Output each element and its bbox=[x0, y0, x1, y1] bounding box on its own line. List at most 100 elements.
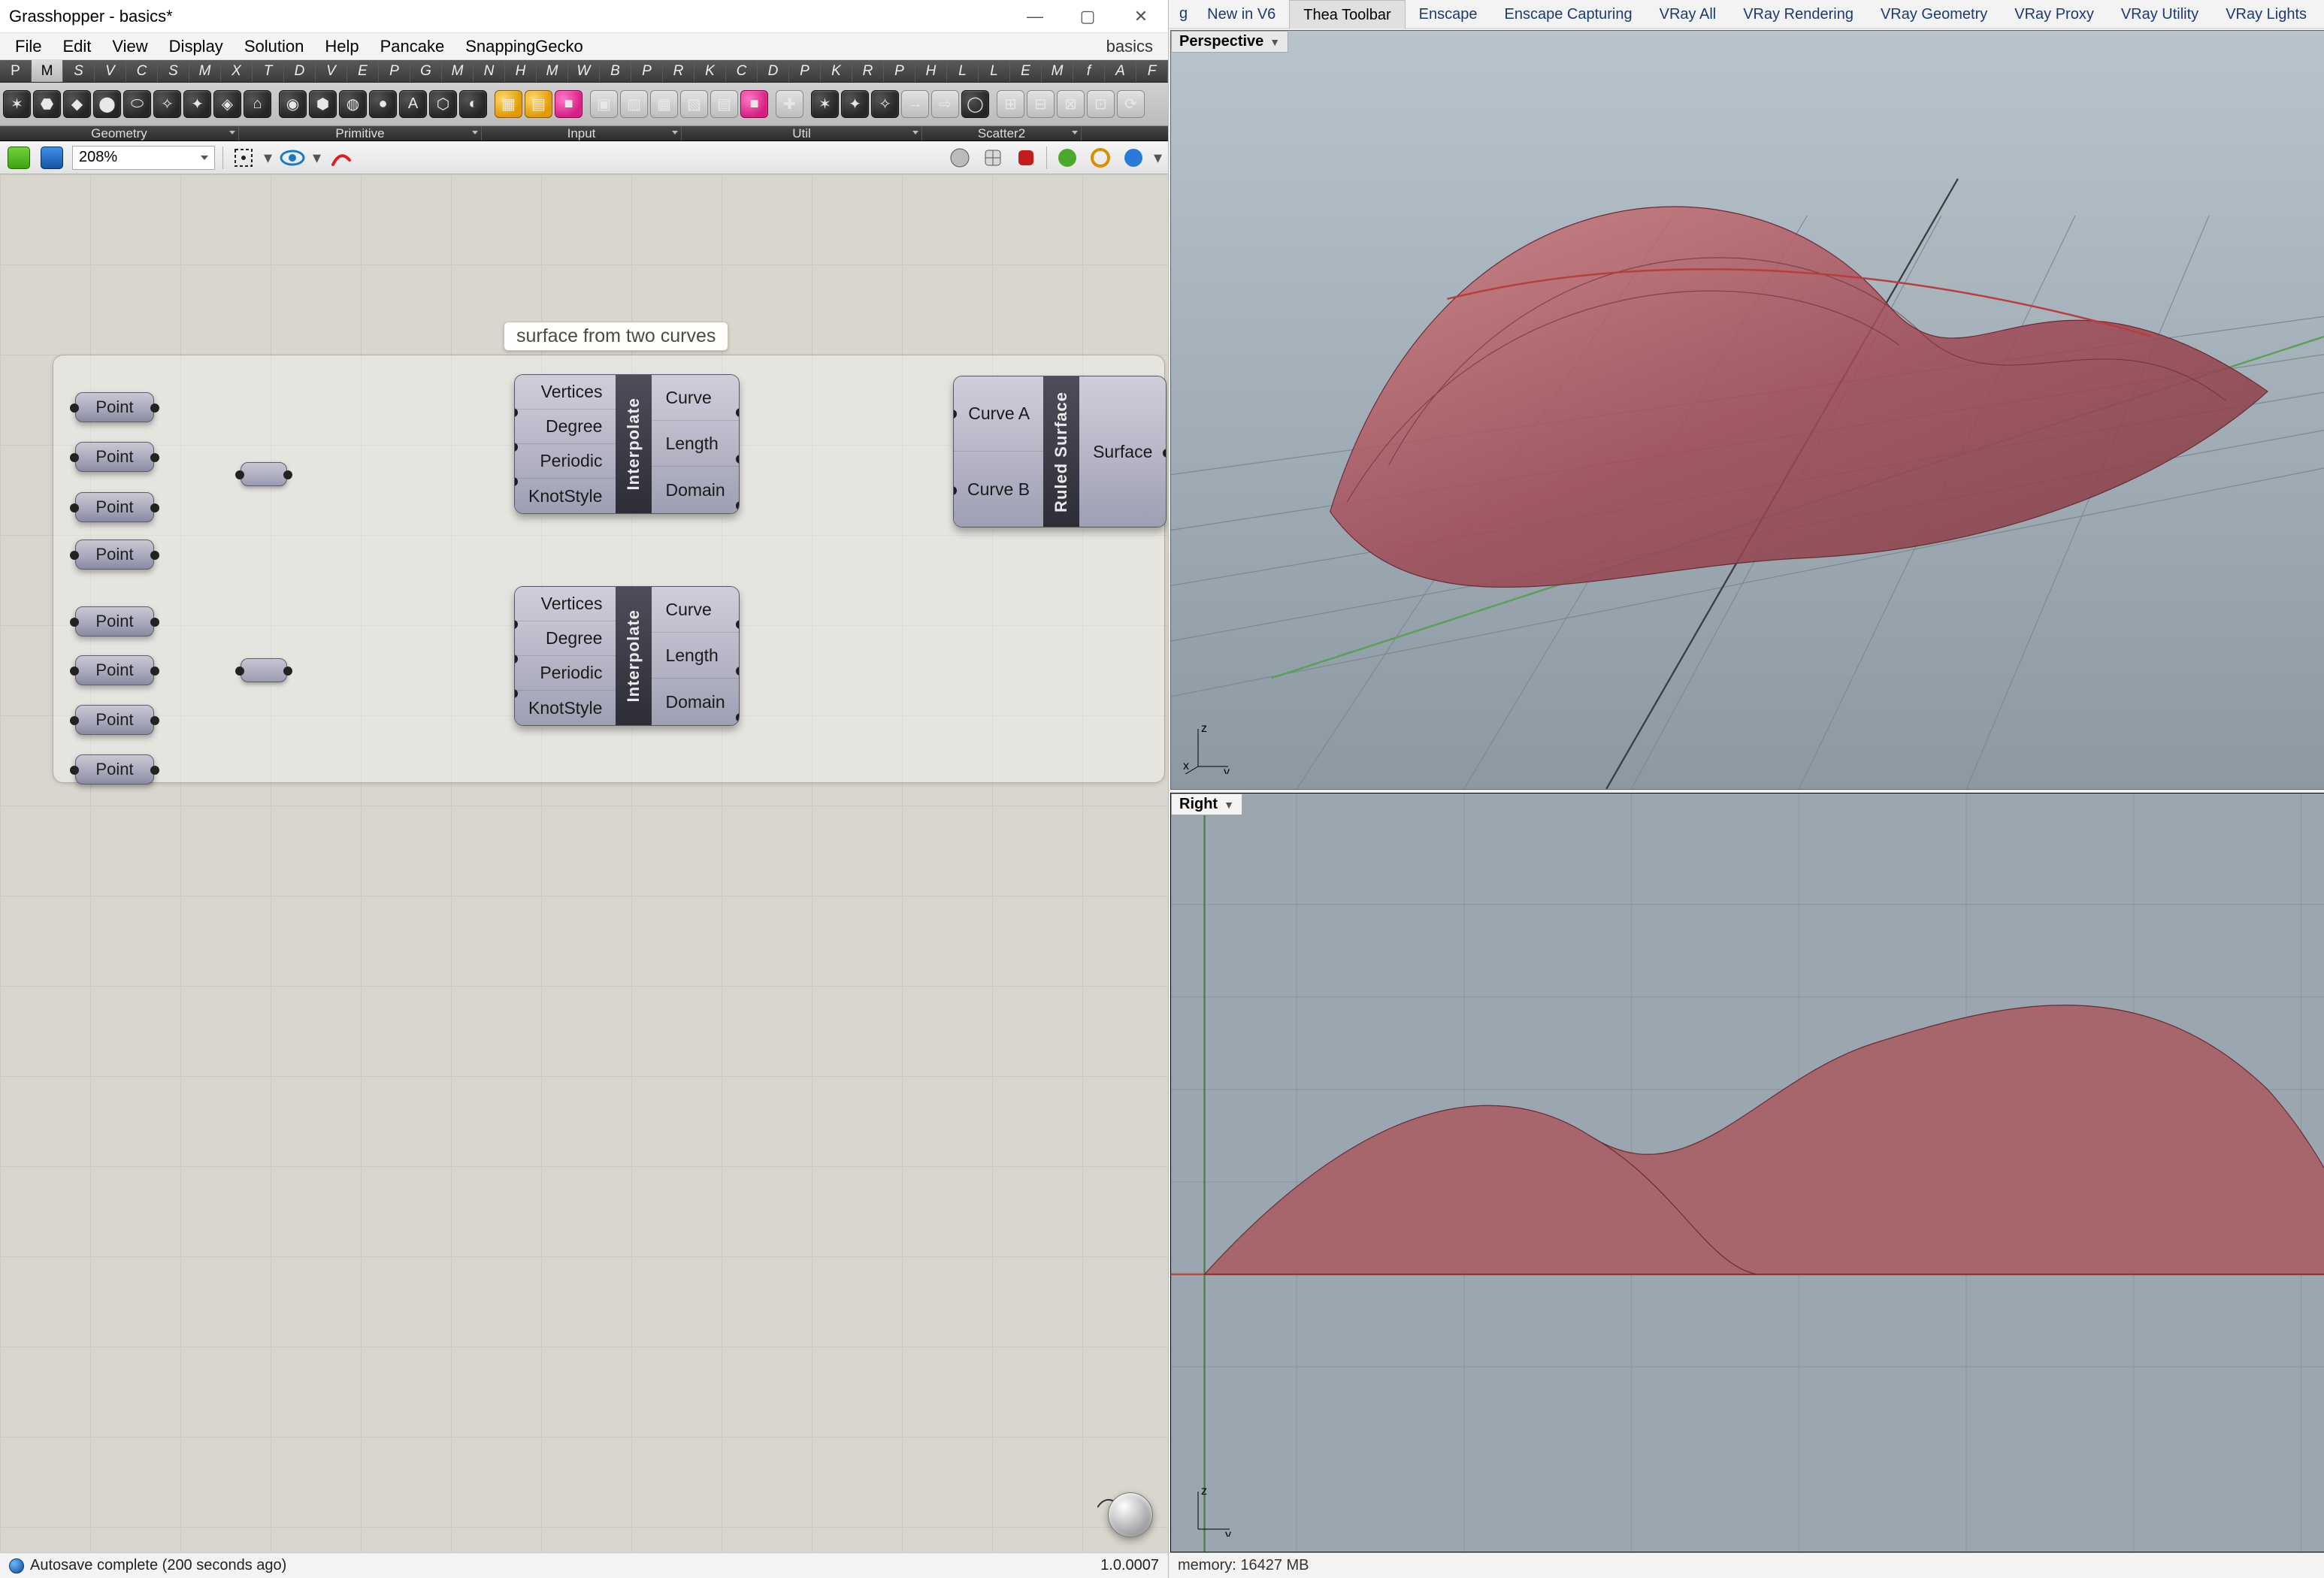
point-param[interactable]: Point bbox=[75, 705, 154, 735]
ribbon-tab[interactable]: P bbox=[0, 60, 32, 82]
rhino-toolbar-tab[interactable]: Enscape Capturing bbox=[1491, 0, 1646, 29]
ribbon-tab[interactable]: W bbox=[568, 60, 600, 82]
point-param[interactable]: Point bbox=[75, 606, 154, 636]
dropdown-arrow-icon[interactable]: ▼ bbox=[1224, 799, 1234, 811]
preview-button[interactable] bbox=[280, 145, 305, 171]
ribbon-tab[interactable]: T bbox=[253, 60, 284, 82]
ribbon-tab[interactable]: L bbox=[947, 60, 979, 82]
ribbon-tab[interactable]: D bbox=[284, 60, 316, 82]
ribbon-tab[interactable]: K bbox=[821, 60, 852, 82]
ribbon-button[interactable]: ⬤ bbox=[93, 90, 121, 118]
ribbon-button[interactable]: ▥ bbox=[620, 90, 648, 118]
ribbon-tab[interactable]: E bbox=[347, 60, 379, 82]
ribbon-button[interactable]: ◈ bbox=[213, 90, 241, 118]
ribbon-button[interactable]: ▣ bbox=[590, 90, 618, 118]
ribbon-tab[interactable]: G bbox=[410, 60, 442, 82]
context-name[interactable]: basics bbox=[1106, 37, 1164, 56]
input-knotstyle[interactable]: KnotStyle bbox=[515, 479, 616, 513]
titlebar[interactable]: Grasshopper - basics* — ▢ ✕ bbox=[0, 0, 1168, 33]
menu-snappinggecko[interactable]: SnappingGecko bbox=[455, 33, 594, 60]
dropdown-arrow-icon[interactable]: ▼ bbox=[1269, 36, 1280, 48]
point-param[interactable]: Point bbox=[75, 392, 154, 422]
canvas-compass[interactable] bbox=[1108, 1492, 1153, 1537]
ribbon-tab[interactable]: R bbox=[663, 60, 694, 82]
menu-file[interactable]: File bbox=[5, 33, 52, 60]
input-periodic[interactable]: Periodic bbox=[515, 656, 616, 691]
input-knotstyle[interactable]: KnotStyle bbox=[515, 691, 616, 725]
output-surface[interactable]: Surface bbox=[1079, 376, 1166, 527]
ribbon-tab[interactable]: H bbox=[505, 60, 537, 82]
input-curve-b[interactable]: Curve B bbox=[954, 452, 1043, 527]
ribbon-button[interactable]: ◐ bbox=[459, 90, 487, 118]
interpolate-component[interactable]: Vertices Degree Periodic KnotStyle Inter… bbox=[514, 374, 740, 514]
menu-edit[interactable]: Edit bbox=[52, 33, 101, 60]
ribbon-tab[interactable]: S bbox=[158, 60, 189, 82]
menu-display[interactable]: Display bbox=[159, 33, 234, 60]
open-button[interactable] bbox=[6, 145, 32, 171]
ribbon-button[interactable]: ■ bbox=[740, 90, 768, 118]
ribbon-button[interactable]: ▧ bbox=[680, 90, 708, 118]
ribbon-tab[interactable]: C bbox=[126, 60, 158, 82]
rhino-toolbar-tab[interactable]: VRay Geometry bbox=[1867, 0, 2001, 29]
rhino-toolbar-tab[interactable]: New in V6 bbox=[1194, 0, 1289, 29]
ribbon-tab[interactable]: M bbox=[442, 60, 474, 82]
menu-help[interactable]: Help bbox=[314, 33, 369, 60]
ribbon-button[interactable]: ⊡ bbox=[1087, 90, 1115, 118]
ribbon-button[interactable]: ◉ bbox=[279, 90, 307, 118]
ribbon-button[interactable]: ■ bbox=[555, 90, 583, 118]
ribbon-tab[interactable]: F bbox=[1136, 60, 1168, 82]
ribbon-button[interactable]: ⇨ bbox=[931, 90, 959, 118]
ribbon-tab[interactable]: D bbox=[758, 60, 789, 82]
close-button[interactable]: ✕ bbox=[1114, 0, 1168, 33]
input-degree[interactable]: Degree bbox=[515, 410, 616, 444]
ribbon-tab[interactable]: M bbox=[1042, 60, 1073, 82]
output-curve[interactable]: Curve bbox=[652, 375, 738, 421]
ribbon-button[interactable]: ● bbox=[369, 90, 397, 118]
menu-view[interactable]: View bbox=[101, 33, 158, 60]
rhino-toolbar-tab[interactable]: VRay Rendering bbox=[1729, 0, 1867, 29]
ribbon-button[interactable]: ✧ bbox=[871, 90, 899, 118]
input-degree[interactable]: Degree bbox=[515, 621, 616, 656]
ribbon-tab[interactable]: P bbox=[789, 60, 821, 82]
ribbon-tab[interactable]: A bbox=[1105, 60, 1136, 82]
ribbon-button[interactable]: ⬡ bbox=[429, 90, 457, 118]
rhino-toolbar-tab[interactable]: Thea Toolbar bbox=[1289, 0, 1405, 29]
input-periodic[interactable]: Periodic bbox=[515, 444, 616, 479]
ribbon-tab[interactable]: K bbox=[694, 60, 726, 82]
ribbon-button[interactable]: ◯ bbox=[961, 90, 989, 118]
viewport-right[interactable]: Right▼ z y bbox=[1170, 793, 2324, 1552]
ribbon-button[interactable]: ✶ bbox=[3, 90, 31, 118]
ribbon-button[interactable]: ✦ bbox=[183, 90, 211, 118]
rhino-toolbar-tab[interactable]: VRay bbox=[2320, 0, 2324, 29]
viewport-label[interactable]: Right▼ bbox=[1171, 794, 1242, 815]
ribbon-tab[interactable]: M bbox=[537, 60, 568, 82]
ribbon-tab[interactable]: C bbox=[726, 60, 758, 82]
ribbon-button[interactable]: ⌂ bbox=[244, 90, 271, 118]
ribbon-tab[interactable]: E bbox=[1010, 60, 1042, 82]
ribbon-button[interactable]: ◆ bbox=[63, 90, 91, 118]
ribbon-button[interactable]: ⊞ bbox=[997, 90, 1024, 118]
ribbon-tab[interactable]: B bbox=[600, 60, 631, 82]
ribbon-tab[interactable]: S bbox=[63, 60, 95, 82]
ribbon-button[interactable]: ✶ bbox=[811, 90, 839, 118]
ribbon-tab[interactable]: L bbox=[979, 60, 1010, 82]
ribbon-tab[interactable]: P bbox=[631, 60, 663, 82]
zoom-extents-button[interactable] bbox=[231, 145, 256, 171]
ribbon-tab[interactable]: N bbox=[474, 60, 505, 82]
ribbon-button[interactable]: ▦ bbox=[650, 90, 678, 118]
point-param[interactable]: Point bbox=[75, 540, 154, 570]
ribbon-button[interactable]: ⬣ bbox=[33, 90, 61, 118]
rhino-toolbar-tab[interactable]: VRay All bbox=[1646, 0, 1730, 29]
ribbon-button[interactable]: ⊟ bbox=[1027, 90, 1055, 118]
preview-mesh-button[interactable] bbox=[1055, 145, 1080, 171]
ribbon-button[interactable]: ▦ bbox=[495, 90, 522, 118]
point-param[interactable]: Point bbox=[75, 492, 154, 522]
rhino-toolbar-tab[interactable]: Enscape bbox=[1406, 0, 1491, 29]
ribbon-group-label[interactable]: Scatter2 bbox=[922, 126, 1082, 141]
ribbon-button[interactable]: ▤ bbox=[525, 90, 552, 118]
ribbon-button[interactable]: ✦ bbox=[841, 90, 869, 118]
shaded-preview-button[interactable] bbox=[947, 145, 973, 171]
output-domain[interactable]: Domain bbox=[652, 679, 738, 725]
ribbon-tab[interactable]: V bbox=[316, 60, 347, 82]
ribbon-tab[interactable]: V bbox=[95, 60, 126, 82]
